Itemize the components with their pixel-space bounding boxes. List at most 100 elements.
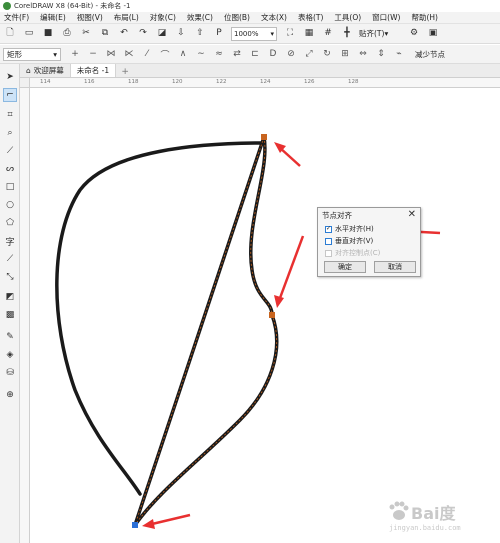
add-node-icon[interactable]: + — [69, 48, 81, 61]
save-icon[interactable]: ■ — [41, 27, 55, 41]
ok-button[interactable]: 确定 — [324, 261, 366, 273]
tab-untitled-document[interactable]: 未命名 -1 — [70, 64, 117, 77]
close-icon[interactable]: ✕ — [408, 210, 416, 220]
export-icon[interactable]: ⇧ — [193, 27, 207, 41]
crop-tool-icon[interactable]: ⌗ — [3, 108, 17, 122]
redo-icon[interactable]: ↷ — [136, 27, 150, 41]
connector-tool-icon[interactable]: ⤡ — [3, 270, 17, 284]
reduce-nodes-button[interactable]: 减少节点 — [415, 49, 445, 60]
options-gear-icon[interactable]: ⚙ — [407, 27, 421, 41]
shape-tool-icon[interactable]: ⌐ — [3, 88, 17, 102]
app-logo-icon — [3, 2, 11, 10]
ellipse-tool-icon[interactable]: ○ — [3, 198, 17, 212]
smart-fill-icon[interactable]: ⛁ — [3, 366, 17, 380]
pick-tool-icon[interactable]: ➤ — [3, 70, 17, 84]
symmetrical-node-icon[interactable]: ≈ — [213, 48, 225, 61]
ruler-tick-label: 122 — [216, 79, 227, 85]
reflect-vertical-icon[interactable]: ⇕ — [375, 48, 387, 61]
dialog-title-bar: 节点对齐 ✕ — [318, 208, 420, 222]
full-screen-icon[interactable]: ⛶ — [283, 27, 297, 41]
tab-welcome-screen[interactable]: ⌂ 欢迎屏幕 — [20, 64, 71, 77]
eyedropper-tool-icon[interactable]: ✎ — [3, 330, 17, 344]
cut-icon[interactable]: ✂ — [79, 27, 93, 41]
ruler-tick-label: 124 — [260, 79, 271, 85]
zoom-level-select[interactable]: 1000% ▾ — [231, 26, 277, 41]
import-icon[interactable]: ⇩ — [174, 27, 188, 41]
home-icon: ⌂ — [26, 66, 31, 75]
show-guidelines-icon[interactable]: ╋ — [340, 27, 354, 41]
delete-node-icon[interactable]: − — [87, 48, 99, 61]
zoom-level-value: 1000% — [234, 29, 259, 38]
menu-text[interactable]: 文本(X) — [261, 12, 287, 23]
parallel-dimension-icon[interactable]: ⟋ — [3, 252, 17, 266]
ruler-tick-label: 120 — [172, 79, 183, 85]
menu-file[interactable]: 文件(F) — [4, 12, 29, 23]
extract-subpath-icon[interactable]: ⊘ — [285, 48, 297, 61]
application-launcher-icon[interactable]: ▣ — [426, 27, 440, 41]
publish-pdf-icon[interactable]: P — [212, 27, 226, 41]
horizontal-ruler[interactable]: 114 116 118 120 122 124 126 128 — [30, 78, 500, 88]
menu-bar: 文件(F) 编辑(E) 视图(V) 布局(L) 对象(C) 效果(C) 位图(B… — [0, 12, 500, 24]
ruler-tick-label: 126 — [304, 79, 315, 85]
snap-to-dropdown[interactable]: 贴齐(T) ▾ — [359, 27, 399, 41]
join-nodes-icon[interactable]: ⋈ — [105, 48, 117, 61]
menu-bitmaps[interactable]: 位图(B) — [224, 12, 250, 23]
align-nodes-icon[interactable]: ⊞ — [339, 48, 351, 61]
close-curve-icon[interactable]: D — [267, 48, 279, 61]
rectangle-tool-icon[interactable]: □ — [3, 180, 17, 194]
show-grid-icon[interactable]: # — [321, 27, 335, 41]
text-tool-icon[interactable]: 字 — [3, 234, 17, 248]
menu-effects[interactable]: 效果(C) — [187, 12, 213, 23]
elastic-mode-icon[interactable]: ⌁ — [393, 48, 405, 61]
copy-icon[interactable]: ⧉ — [98, 27, 112, 41]
zoom-tool-icon[interactable]: ⌕ — [3, 126, 17, 140]
to-curve-icon[interactable]: ⌒ — [159, 48, 171, 61]
checkbox-unchecked-icon[interactable] — [325, 237, 332, 245]
drop-shadow-icon[interactable]: ◩ — [3, 290, 17, 304]
menu-table[interactable]: 表格(T) — [298, 12, 323, 23]
rotate-nodes-icon[interactable]: ↻ — [321, 48, 333, 61]
transparency-tool-icon[interactable]: ▩ — [3, 308, 17, 322]
align-vertical-option[interactable]: 垂直对齐(V) — [318, 236, 420, 246]
new-document-icon[interactable]: 🗋 — [3, 27, 17, 41]
ruler-corner[interactable] — [20, 78, 30, 88]
break-curve-icon[interactable]: ⋉ — [123, 48, 135, 61]
cancel-button[interactable]: 取消 — [374, 261, 416, 273]
selection-mode-select[interactable]: 矩形 ▾ — [3, 47, 61, 61]
baidu-watermark: Bai度 jingyan.baidu.com — [385, 498, 495, 538]
cusp-node-icon[interactable]: ∧ — [177, 48, 189, 61]
polygon-tool-icon[interactable]: ⬠ — [3, 216, 17, 230]
add-tool-icon[interactable]: ⊕ — [3, 388, 17, 402]
interactive-fill-icon[interactable]: ◈ — [3, 348, 17, 362]
smooth-node-icon[interactable]: ∼ — [195, 48, 207, 61]
vertical-ruler[interactable] — [20, 88, 30, 543]
menu-view[interactable]: 视图(V) — [77, 12, 103, 23]
menu-help[interactable]: 帮助(H) — [411, 12, 438, 23]
undo-icon[interactable]: ↶ — [117, 27, 131, 41]
show-rulers-icon[interactable]: ▦ — [302, 27, 316, 41]
reflect-horizontal-icon[interactable]: ⇔ — [357, 48, 369, 61]
print-icon[interactable]: ⎙ — [60, 27, 74, 41]
freehand-tool-icon[interactable]: ⟋ — [3, 144, 17, 158]
chevron-down-icon: ▾ — [270, 29, 274, 38]
tab-welcome-label: 欢迎屏幕 — [33, 66, 64, 75]
align-horizontal-option[interactable]: ✓ 水平对齐(H) — [318, 224, 420, 234]
open-folder-icon[interactable]: ▭ — [22, 27, 36, 41]
new-tab-plus-icon[interactable]: + — [119, 66, 131, 77]
to-line-icon[interactable]: ⁄ — [141, 48, 153, 61]
search-content-icon[interactable]: ◪ — [155, 27, 169, 41]
menu-window[interactable]: 窗口(W) — [372, 12, 400, 23]
drawing-canvas[interactable] — [31, 89, 500, 543]
align-vertical-label: 垂直对齐(V) — [335, 237, 374, 245]
reverse-direction-icon[interactable]: ⇄ — [231, 48, 243, 61]
menu-tools[interactable]: 工具(O) — [334, 12, 361, 23]
checkbox-disabled-icon — [325, 249, 332, 257]
tab-doc-label: 未命名 -1 — [76, 66, 110, 75]
artistic-media-icon[interactable]: ᔕ — [3, 162, 17, 176]
extend-curve-icon[interactable]: ⊏ — [249, 48, 261, 61]
menu-object[interactable]: 对象(C) — [150, 12, 176, 23]
menu-layout[interactable]: 布局(L) — [114, 12, 139, 23]
stretch-nodes-icon[interactable]: ⤢ — [303, 48, 315, 61]
menu-edit[interactable]: 编辑(E) — [40, 12, 66, 23]
checkbox-checked-icon[interactable]: ✓ — [325, 225, 332, 233]
